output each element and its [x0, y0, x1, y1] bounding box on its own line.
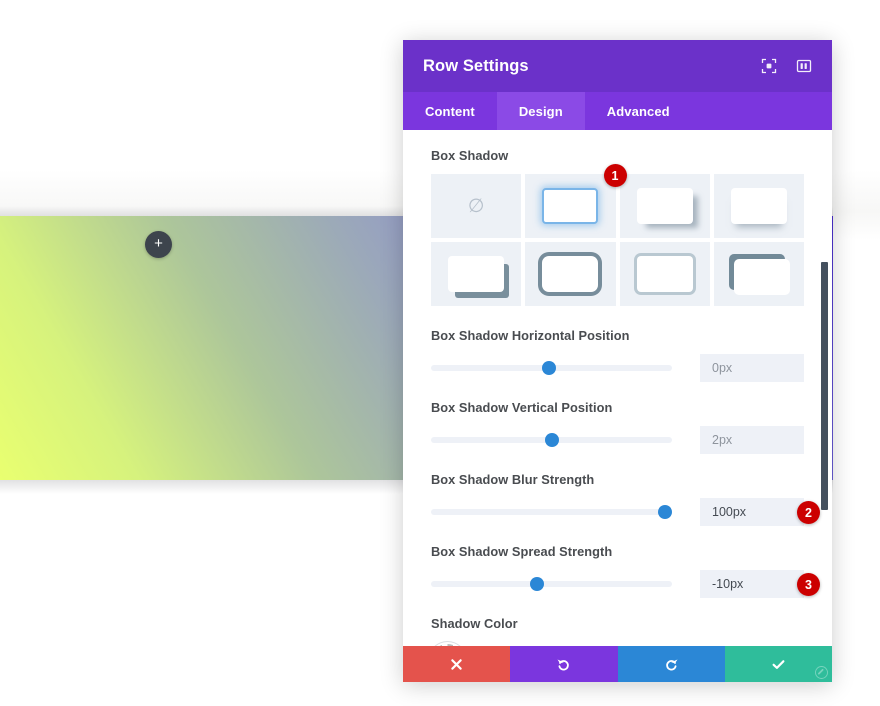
undo-button[interactable] [510, 646, 618, 682]
slider-thumb[interactable] [544, 433, 559, 447]
horizontal-position-field: Box Shadow Horizontal Position 0px [431, 328, 804, 382]
preset-thumb [636, 188, 693, 224]
close-icon [451, 658, 462, 670]
vertical-position-slider[interactable] [431, 431, 672, 449]
spread-strength-slider[interactable] [431, 575, 672, 593]
box-shadow-label: Box Shadow [431, 148, 509, 163]
spread-strength-value[interactable]: -10px 3 [700, 570, 820, 598]
modal-header: Row Settings [403, 40, 832, 92]
horizontal-position-slider[interactable] [431, 359, 672, 377]
blur-strength-slider[interactable] [431, 503, 672, 521]
cancel-button[interactable] [403, 646, 511, 682]
redo-button[interactable] [617, 646, 725, 682]
preset-bracket-shadow[interactable] [713, 242, 804, 306]
no-shadow-icon: ∅ [467, 195, 485, 217]
blur-strength-value[interactable]: 100px 2 [700, 498, 820, 526]
preset-thumb [542, 188, 599, 224]
horizontal-position-value[interactable]: 0px [700, 354, 804, 382]
preset-soft-outline[interactable] [619, 242, 710, 306]
shadow-color-field: Shadow Color [431, 616, 804, 646]
preset-thumb [730, 188, 787, 224]
slider-track [431, 509, 672, 515]
modal-body: Box Shadow ∅ 1 Box Shadow Horizontal Pos… [403, 130, 832, 646]
spread-strength-label: Box Shadow Spread Strength [431, 544, 613, 559]
slider-track [431, 581, 672, 587]
box-shadow-preset-grid: ∅ 1 [431, 164, 804, 306]
redo-icon [665, 658, 678, 670]
annotation-badge-2: 2 [797, 501, 820, 524]
fullscreen-icon[interactable] [761, 58, 777, 74]
modal-tabs: Content Design Advanced [403, 92, 832, 130]
blur-strength-label: Box Shadow Blur Strength [431, 472, 595, 487]
plus-icon: + [154, 235, 163, 252]
page-title: Row Settings [423, 56, 529, 75]
annotation-badge-1: 1 [603, 164, 627, 187]
modal-scrollbar[interactable] [821, 262, 828, 510]
check-icon [772, 659, 785, 669]
vertical-position-label: Box Shadow Vertical Position [431, 400, 613, 415]
save-button[interactable] [724, 646, 832, 682]
spread-strength-field: Box Shadow Spread Strength -10px 3 [431, 544, 820, 598]
preset-thumb [733, 259, 790, 295]
preset-thumb [448, 256, 505, 292]
blur-strength-field: Box Shadow Blur Strength 100px 2 [431, 472, 820, 526]
undo-icon [557, 658, 570, 670]
preset-thick-outline[interactable] [525, 242, 616, 306]
vertical-position-value[interactable]: 2px [700, 426, 804, 454]
preset-thumb [636, 256, 693, 292]
resize-handle-icon[interactable] [814, 665, 829, 680]
preset-selected[interactable]: 1 [525, 164, 627, 238]
preset-corner-shadow[interactable] [431, 242, 522, 306]
horizontal-position-label: Box Shadow Horizontal Position [431, 328, 630, 343]
annotation-badge-3: 3 [797, 573, 820, 596]
preset-right-shadow[interactable] [619, 174, 710, 238]
slider-thumb[interactable] [542, 361, 557, 375]
tab-content[interactable]: Content [403, 92, 497, 130]
shadow-color-label: Shadow Color [431, 616, 518, 631]
layout-panel-icon[interactable] [796, 58, 812, 74]
vertical-position-field: Box Shadow Vertical Position 2px [431, 400, 804, 454]
modal-footer [403, 646, 832, 682]
slider-thumb[interactable] [530, 577, 545, 591]
slider-thumb[interactable] [657, 505, 672, 519]
header-icon-group [761, 58, 812, 74]
preset-none[interactable]: ∅ [431, 174, 522, 238]
preset-bottom-shadow[interactable] [713, 174, 804, 238]
add-row-button[interactable]: + [145, 231, 172, 258]
row-settings-modal: Row Settings Content Design Advanced Box… [403, 40, 832, 682]
preset-thumb [542, 256, 599, 292]
tab-design[interactable]: Design [496, 92, 585, 130]
screen: + Row Settings Content Design Advanced B… [0, 0, 880, 706]
tab-advanced[interactable]: Advanced [585, 92, 692, 130]
